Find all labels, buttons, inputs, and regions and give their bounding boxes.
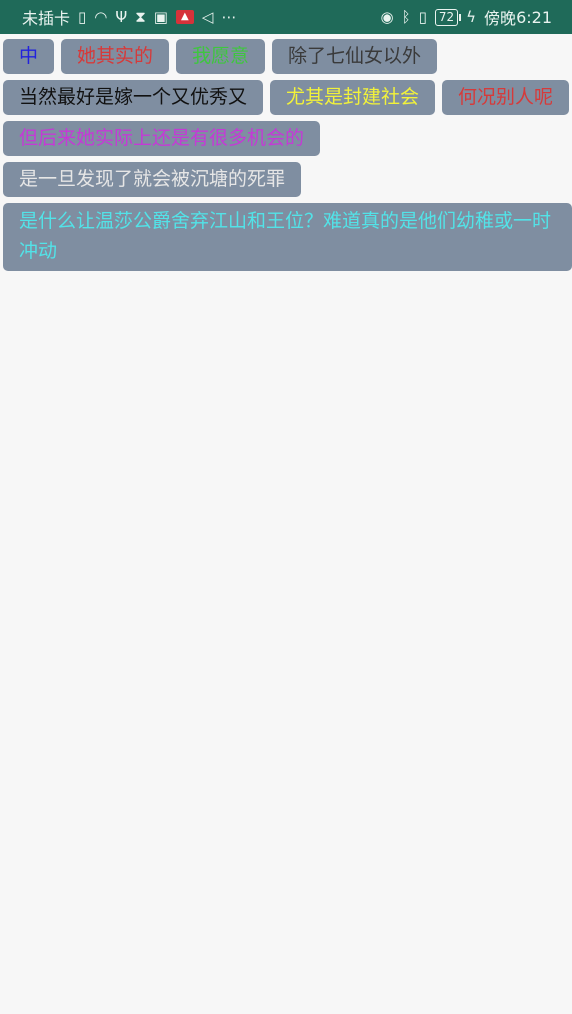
usb-icon: Ψ [115, 7, 128, 26]
gallery-icon: ▣ [153, 7, 168, 26]
wifi-icon: ◠ [94, 7, 108, 26]
more-icon: ⋯ [221, 7, 237, 26]
hourglass-icon: ⧗ [135, 7, 146, 26]
tag-chip[interactable]: 中 [3, 39, 55, 74]
eye-icon: ◉ [380, 7, 394, 26]
send-icon: ◁ [201, 7, 214, 26]
time-prefix: 傍晚 [484, 9, 517, 28]
status-bar: 未插卡 ▯ ◠ Ψ ⧗ ▣ ▲ ◁ ⋯ ◉ ᛒ ▯ 72 ϟ 傍晚 6:21 [0, 0, 572, 34]
tag-chip[interactable]: 除了七仙女以外 [272, 39, 438, 74]
tag-chip[interactable]: 她其实的 [61, 39, 170, 74]
carrier-text: 未插卡 [22, 9, 71, 28]
tag-chip[interactable]: 是一旦发现了就会被沉塘的死罪 [3, 162, 302, 197]
tag-chip[interactable]: 当然最好是嫁一个又优秀又 [3, 80, 264, 115]
tag-chip[interactable]: 我愿意 [176, 39, 266, 74]
status-right: ◉ ᛒ ▯ 72 ϟ 傍晚 6:21 [380, 5, 552, 29]
tag-chip[interactable]: 何况别人呢 [442, 80, 570, 115]
tag-flow-layout: 中 她其实的 我愿意 除了七仙女以外 当然最好是嫁一个又优秀又 尤其是封建社会 … [0, 34, 572, 271]
clock: 6:21 [516, 7, 552, 27]
tag-chip[interactable]: 但后来她实际上还是有很多机会的 [3, 121, 321, 156]
charging-icon: ϟ [466, 7, 477, 26]
app-badge-icon: ▲ [175, 10, 194, 24]
status-left: 未插卡 ▯ ◠ Ψ ⧗ ▣ ▲ ◁ ⋯ [22, 5, 236, 29]
sim-alert-icon: ▯ [78, 7, 87, 26]
bluetooth-icon: ᛒ [401, 7, 411, 26]
tag-chip[interactable]: 尤其是封建社会 [270, 80, 436, 115]
battery-icon: 72 [434, 8, 462, 26]
tag-chip[interactable]: 是什么让温莎公爵舍弃江山和王位？难道真的是他们幼稚或一时冲动 [3, 203, 572, 271]
vibrate-icon: ▯ [418, 7, 427, 26]
